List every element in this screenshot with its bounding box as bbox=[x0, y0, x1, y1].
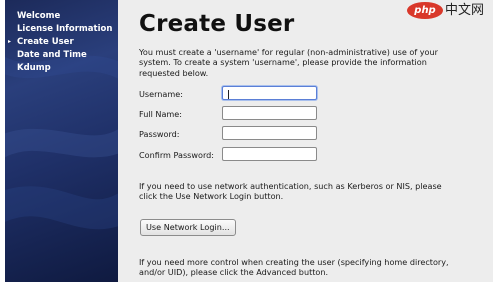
username-label: Username: bbox=[139, 89, 183, 99]
page-title: Create User bbox=[139, 11, 295, 37]
intro-text: You must create a 'username' for regular… bbox=[139, 47, 438, 78]
current-step-arrow-icon: ▸ bbox=[8, 38, 12, 45]
network-login-text: If you need to use network authenticatio… bbox=[139, 181, 442, 202]
sidebar-item-create-user[interactable]: ▸ Create User bbox=[5, 37, 118, 48]
full-name-label: Full Name: bbox=[139, 109, 183, 119]
sidebar-item-kdump[interactable]: Kdump bbox=[5, 63, 118, 74]
sidebar-item-label: Kdump bbox=[17, 63, 51, 73]
confirm-password-field[interactable] bbox=[222, 147, 317, 161]
sidebar-item-welcome[interactable]: Welcome bbox=[5, 11, 118, 22]
firstboot-window: Welcome License Information ▸ Create Use… bbox=[5, 0, 493, 282]
text-cursor bbox=[228, 90, 229, 99]
sidebar-item-label: Create User bbox=[17, 37, 74, 47]
main-content: Create User You must create a 'username'… bbox=[118, 0, 493, 282]
sidebar-item-date-and-time[interactable]: Date and Time bbox=[5, 50, 118, 61]
advanced-text: If you need more control when creating t… bbox=[139, 257, 449, 278]
full-name-field[interactable] bbox=[222, 106, 317, 120]
username-field[interactable] bbox=[222, 86, 317, 100]
php-logo-icon: php bbox=[407, 2, 443, 19]
password-field[interactable] bbox=[222, 126, 317, 140]
sidebar: Welcome License Information ▸ Create Use… bbox=[5, 0, 118, 282]
sidebar-item-label: License Information bbox=[17, 24, 113, 34]
password-label: Password: bbox=[139, 129, 180, 139]
sidebar-nav: Welcome License Information ▸ Create Use… bbox=[5, 11, 118, 74]
use-network-login-button[interactable]: Use Network Login... bbox=[140, 219, 236, 236]
sidebar-item-label: Welcome bbox=[17, 11, 61, 21]
watermark-site-text: 中文网 bbox=[445, 3, 485, 18]
sidebar-item-label: Date and Time bbox=[17, 50, 87, 60]
site-watermark: php 中文网 bbox=[407, 0, 492, 22]
confirm-password-label: Confirm Password: bbox=[139, 150, 215, 160]
sidebar-item-license-information[interactable]: License Information bbox=[5, 24, 118, 35]
